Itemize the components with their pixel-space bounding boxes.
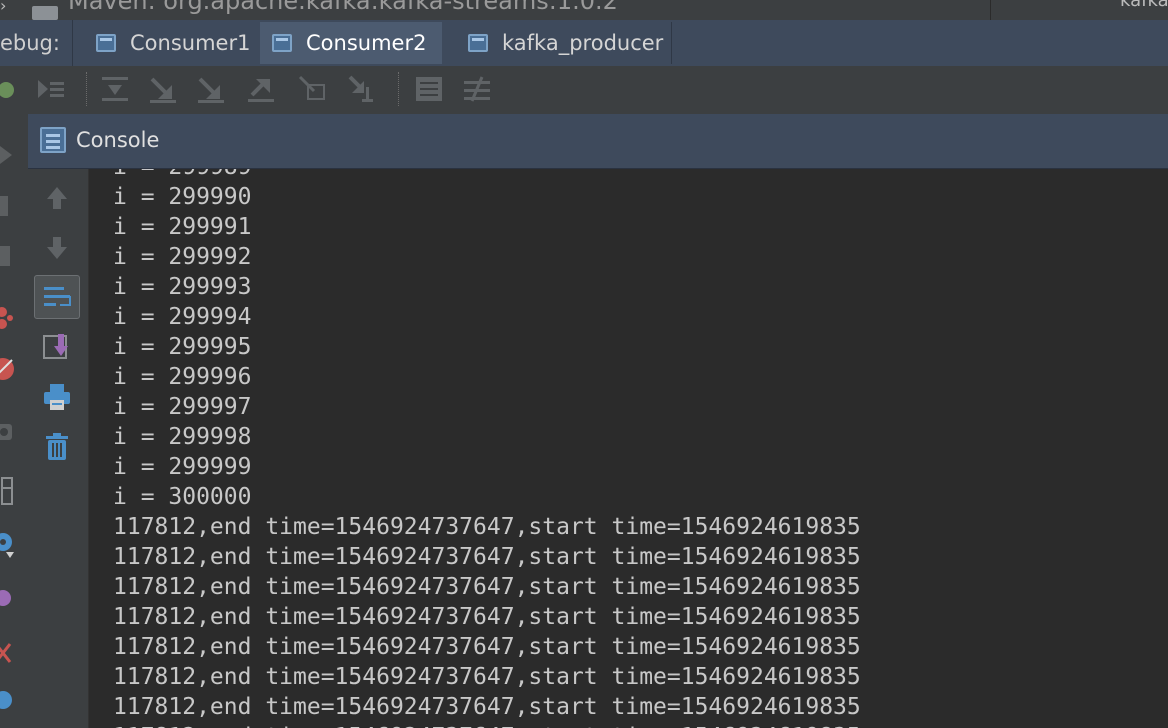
console-line: 117812,end time=1546924737647,start time… — [113, 664, 861, 690]
resume-icon[interactable] — [0, 144, 18, 166]
console-line: i = 299996 — [113, 364, 252, 390]
console-line: 117812,end time=1546924737647,start time… — [113, 544, 861, 570]
console-line: 117812,end time=1546924737647,start time… — [113, 514, 861, 540]
run-to-cursor-icon[interactable] — [346, 72, 380, 106]
console-line: 117812,end time=1546924737647,start time… — [113, 694, 861, 720]
console-title: Console — [76, 128, 160, 152]
tab-consumer2[interactable]: Consumer2 — [260, 22, 442, 64]
console-line: 117812,end time=1546924737647,start time… — [113, 722, 861, 728]
scroll-to-end-icon[interactable] — [34, 325, 80, 369]
mute-breakpoints-icon[interactable] — [0, 354, 18, 384]
console-line: i = 299991 — [113, 214, 252, 240]
step-over-icon[interactable] — [98, 72, 132, 106]
debugger-toolbar — [28, 66, 1168, 114]
folder-icon — [32, 6, 58, 20]
console-line: i = 299993 — [113, 274, 252, 300]
console-lines: i = 299989 i = 299990 i = 299991 i = 299992… — [113, 169, 861, 728]
console-line: 117812,end time=1546924737647,start time… — [113, 634, 861, 660]
tab-label: kafka_producer — [502, 31, 664, 55]
console-line: i = 299994 — [113, 304, 252, 330]
toolbar-separator — [86, 72, 88, 106]
pause-icon[interactable] — [0, 194, 18, 218]
restore-layout-icon[interactable] — [0, 476, 18, 506]
rerun-icon[interactable] — [0, 76, 18, 102]
print-icon[interactable] — [34, 375, 80, 419]
console-header[interactable]: Console — [28, 114, 1168, 169]
top-strip: › Maven: org.apache.kafka:kafka-streams:… — [0, 0, 1168, 20]
maven-library-title: Maven: org.apache.kafka:kafka-streams:1.… — [68, 0, 618, 15]
camera-icon[interactable] — [0, 418, 18, 446]
debug-label: ebug: — [0, 20, 73, 66]
tab-consumer1[interactable]: Consumer1 — [84, 22, 254, 64]
console-line: 117812,end time=1546924737647,start time… — [113, 574, 861, 600]
debug-side-toolbar — [0, 66, 29, 728]
console-line: i = 299995 — [113, 334, 252, 360]
console-line: 117812,end time=1546924737647,start time… — [113, 604, 861, 630]
console-output[interactable]: i = 299989 i = 299990 i = 299991 i = 299992… — [89, 169, 1168, 728]
console-line: i = 300000 — [113, 484, 252, 510]
drop-frame-icon[interactable] — [296, 72, 330, 106]
help-icon[interactable] — [0, 686, 18, 716]
show-execution-point-icon[interactable] — [34, 72, 68, 106]
tab-label: Consumer1 — [130, 31, 251, 55]
step-into-icon[interactable] — [146, 72, 180, 106]
soft-wrap-icon[interactable] — [34, 275, 80, 319]
console-icon — [40, 127, 66, 153]
run-config-icon — [468, 34, 488, 52]
console-line: i = 299999 — [113, 454, 252, 480]
tab-kafka-producer[interactable]: kafka_producer — [456, 22, 672, 64]
step-out-icon[interactable] — [244, 72, 278, 106]
console-tool-column — [28, 169, 89, 728]
tab-label: Consumer2 — [306, 31, 427, 55]
stop-icon[interactable] — [0, 244, 18, 268]
settings-gear-icon[interactable] — [0, 528, 18, 560]
console-line: i = 299989 — [113, 169, 861, 182]
console-line: i = 299997 — [113, 394, 252, 420]
view-breakpoints-icon[interactable] — [0, 304, 18, 332]
trace-icon[interactable] — [460, 72, 494, 106]
debug-tab-bar: ebug: Consumer1 Consumer2 kafka_producer — [0, 20, 1168, 67]
console-line: i = 299990 — [113, 184, 252, 210]
pin-tab-icon[interactable] — [0, 586, 18, 614]
run-config-icon — [272, 34, 292, 52]
run-config-icon — [96, 34, 116, 52]
trash-icon[interactable] — [34, 425, 80, 469]
console-line: i = 299992 — [113, 244, 252, 270]
evaluate-expression-icon[interactable] — [412, 72, 446, 106]
down-arrow-icon[interactable] — [34, 227, 80, 271]
up-arrow-icon[interactable] — [34, 177, 80, 221]
console-line: i = 299998 — [113, 424, 252, 450]
close-icon[interactable] — [0, 640, 18, 666]
right-panel-text: kafka — [1120, 0, 1168, 11]
chevron-right-icon[interactable]: › — [0, 0, 6, 15]
force-step-into-icon[interactable] — [194, 72, 228, 106]
toolbar-separator — [398, 72, 400, 106]
